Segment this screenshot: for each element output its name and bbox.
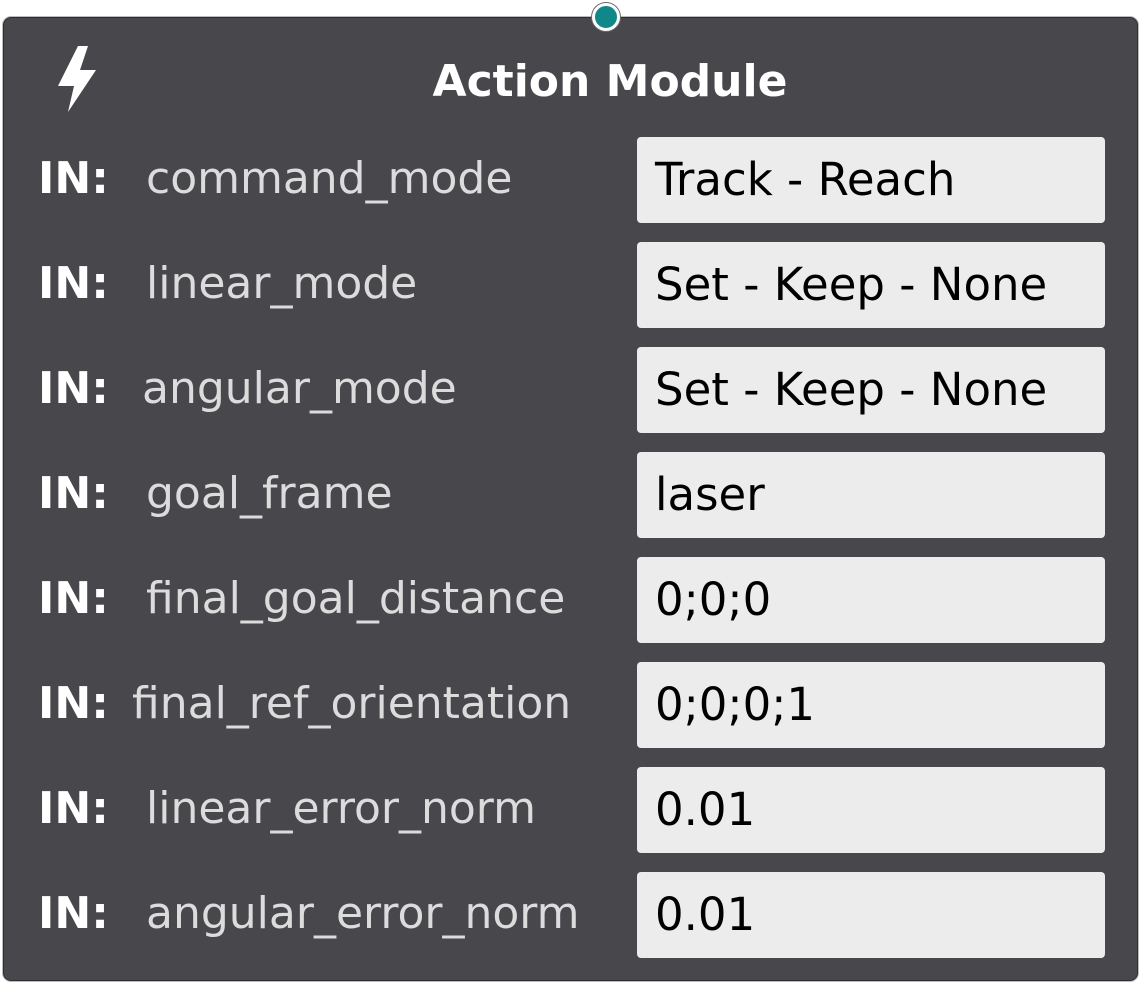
value-field-linear-mode[interactable]: Set - Keep - None (637, 242, 1105, 328)
value-field-goal-frame[interactable]: laser (637, 452, 1105, 538)
input-prefix: IN: (38, 258, 109, 309)
input-row-linear-mode: IN: linear_mode Set - Keep - None (0, 242, 1143, 330)
param-name-goal-frame: goal_frame (146, 468, 393, 519)
value-field-linear-error-norm[interactable]: 0.01 (637, 767, 1105, 853)
lightning-bolt-icon (58, 46, 96, 112)
param-name-linear-mode: linear_mode (146, 258, 418, 309)
param-name-angular-mode: angular_mode (142, 363, 457, 414)
input-prefix: IN: (38, 468, 109, 519)
input-row-goal-frame: IN: goal_frame laser (0, 452, 1143, 540)
input-row-angular-error-norm: IN: angular_error_norm 0.01 (0, 872, 1143, 960)
input-connector-port[interactable] (592, 3, 620, 31)
param-name-linear-error-norm: linear_error_norm (146, 783, 536, 834)
value-field-angular-mode[interactable]: Set - Keep - None (637, 347, 1105, 433)
param-name-command-mode: command_mode (146, 153, 513, 204)
input-prefix: IN: (38, 363, 109, 414)
input-prefix: IN: (38, 153, 109, 204)
input-prefix: IN: (38, 888, 109, 939)
input-row-command-mode: IN: command_mode Track - Reach (0, 137, 1143, 225)
param-name-final-ref-orientation: final_ref_orientation (132, 678, 572, 729)
input-prefix: IN: (38, 783, 109, 834)
input-row-final-goal-distance: IN: final_goal_distance 0;0;0 (0, 557, 1143, 645)
input-prefix: IN: (38, 678, 109, 729)
node-title: Action Module (432, 56, 788, 107)
input-prefix: IN: (38, 573, 109, 624)
param-name-angular-error-norm: angular_error_norm (146, 888, 580, 939)
value-field-final-ref-orientation[interactable]: 0;0;0;1 (637, 662, 1105, 748)
value-field-command-mode[interactable]: Track - Reach (637, 137, 1105, 223)
param-name-final-goal-distance: final_goal_distance (146, 573, 566, 624)
value-field-angular-error-norm[interactable]: 0.01 (637, 872, 1105, 958)
input-row-final-ref-orientation: IN: final_ref_orientation 0;0;0;1 (0, 662, 1143, 750)
input-row-angular-mode: IN: angular_mode Set - Keep - None (0, 347, 1143, 435)
value-field-final-goal-distance[interactable]: 0;0;0 (637, 557, 1105, 643)
input-row-linear-error-norm: IN: linear_error_norm 0.01 (0, 767, 1143, 855)
